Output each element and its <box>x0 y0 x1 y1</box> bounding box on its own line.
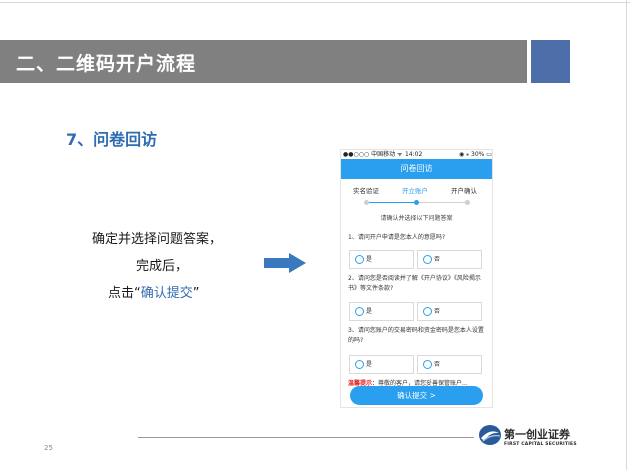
radio-icon <box>423 360 432 369</box>
instruction-prefix: 点击“ <box>108 286 141 301</box>
instruction-highlight: 确认提交 <box>140 286 193 301</box>
phone-screenshot: ●●○○○ 中国移动 ᯤ 14:02 ◉ ⁎ 30% ▭ 问卷回访 实名验证 开… <box>340 149 493 408</box>
question-3: 3、请问您账户的交易密码和资金密码是您本人设置的吗? <box>348 327 484 344</box>
radio-icon <box>355 360 364 369</box>
status-carrier: ●●○○○ 中国移动 ᯤ <box>343 151 403 158</box>
radio-icon <box>355 255 364 264</box>
company-logo-icon <box>479 425 501 445</box>
step-open-account: 开立账户 <box>402 187 428 195</box>
q3-option-no[interactable]: 否 <box>417 355 482 374</box>
q1-option-no[interactable]: 否 <box>417 250 482 269</box>
radio-icon <box>423 255 432 264</box>
status-time: 14:02 <box>405 151 423 158</box>
instruction-suffix: ” <box>192 286 200 301</box>
instruction-line-2: 完成后， <box>136 259 189 274</box>
slide-top-border <box>0 2 630 3</box>
q3-option-yes[interactable]: 是 <box>349 355 414 374</box>
right-arrow-icon <box>264 253 306 273</box>
slide-right-border <box>626 0 627 470</box>
step-dot-1 <box>364 200 369 205</box>
status-battery: ◉ ⁎ 30% ▭ <box>459 151 492 158</box>
instruction-line-3: 点击“确认提交” <box>108 282 200 301</box>
radio-icon <box>355 307 364 316</box>
q2-option-yes[interactable]: 是 <box>349 302 414 321</box>
step-confirm: 开户确认 <box>451 187 477 195</box>
section-heading: 7、问卷回访 <box>66 130 158 149</box>
page-number: 25 <box>44 444 53 452</box>
logo-name-cn: 第一创业证券 <box>504 428 570 441</box>
phone-status-bar: ●●○○○ 中国移动 ᯤ 14:02 ◉ ⁎ 30% ▭ <box>341 150 492 159</box>
instruction-line-1: 确定并选择问题答案， <box>92 232 223 247</box>
question-1: 1、请问开户申请是您本人的意愿吗? <box>348 234 446 241</box>
logo-name-en: FIRST CAPITAL SECURITIES <box>504 442 577 447</box>
step-dot-3 <box>465 200 470 205</box>
submit-button-label: 确认提交 > <box>397 391 436 400</box>
step-dot-2 <box>414 200 419 205</box>
q2-option-no[interactable]: 否 <box>417 302 482 321</box>
radio-icon <box>423 307 432 316</box>
footer-divider <box>138 437 474 438</box>
step-realname: 实名验证 <box>353 187 379 195</box>
step-track-progress <box>366 202 416 203</box>
phone-header-title: 问卷回访 <box>400 164 433 173</box>
phone-header: 问卷回访 <box>341 159 492 179</box>
q1-option-yes[interactable]: 是 <box>349 250 414 269</box>
questionnaire-subtitle: 请确认并选择以下问题答案 <box>380 215 453 222</box>
question-2: 2、请问您是否阅读并了解《开户协议》《风险揭示书》等文件条款? <box>348 275 481 292</box>
submit-button[interactable]: 确认提交 > <box>350 386 483 405</box>
title-accent-block <box>531 40 570 83</box>
slide-title: 二、二维码开户流程 <box>16 53 197 75</box>
